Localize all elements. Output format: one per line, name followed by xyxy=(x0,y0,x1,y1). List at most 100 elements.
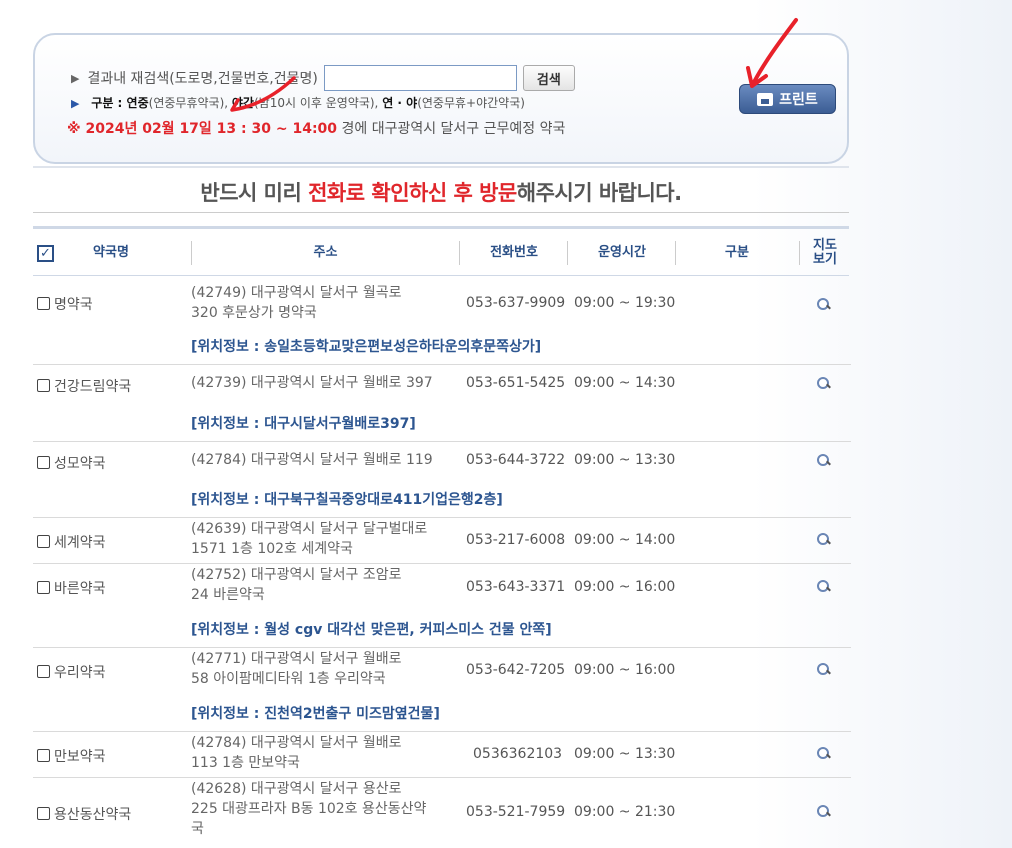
address-line: 113 1층 만보약국 xyxy=(191,755,300,771)
operating-hours: 09:00 ~ 13:30 xyxy=(574,452,676,468)
address-cell: (42784) 대구광역시 달서구 월배로 113 1층 만보약국 xyxy=(191,733,456,773)
table-row: 용산동산약국 (42628) 대구광역시 달서구 용산로 225 대광프라자 B동… xyxy=(33,778,851,848)
address-line: (42739) 대구광역시 달서구 월배로 397 xyxy=(191,375,433,391)
table-header: ✓ 약국명 주소 전화번호 운영시간 구분 지도 보기 xyxy=(33,226,849,276)
table-row: 우리약국 (42771) 대구광역시 달서구 월배로 58 아이팜메디타워 1층 … xyxy=(33,648,851,732)
table-row: 세계약국 (42639) 대구광역시 달서구 달구벌대로 1571 1층 102호… xyxy=(33,518,851,564)
search-panel: ▶ 결과내 재검색(도로명,건물번호,건물명) 검색 ▶ 구분 : 연중(연중무… xyxy=(33,33,849,164)
address-line: 225 대광프라자 B동 102호 용산동산약 xyxy=(191,801,427,817)
address-line: 국 xyxy=(191,821,204,837)
row-checkbox[interactable] xyxy=(37,456,50,469)
address-line: (42639) 대구광역시 달서구 달구벌대로 xyxy=(191,521,428,537)
magnifier-icon[interactable] xyxy=(817,663,831,677)
magnifier-icon[interactable] xyxy=(817,377,831,391)
pharmacy-name: 성모약국 xyxy=(54,456,106,472)
search-input[interactable] xyxy=(323,65,517,91)
operating-hours: 09:00 ~ 19:30 xyxy=(574,295,676,311)
notice-highlight: 전화로 확인하신 후 방문 xyxy=(308,181,517,205)
magnifier-icon[interactable] xyxy=(817,533,831,547)
address-line: 24 바른약국 xyxy=(191,587,265,603)
pharmacy-name: 건강드림약국 xyxy=(54,379,132,395)
header-separator xyxy=(799,241,800,265)
address-cell: (42739) 대구광역시 달서구 월배로 397 xyxy=(191,373,456,393)
category-yeonjung-desc: (연중무휴약국), xyxy=(148,96,232,110)
address-line: 1571 1층 102호 세계약국 xyxy=(191,541,353,557)
select-all-checkbox[interactable]: ✓ xyxy=(37,245,54,262)
pharmacy-name-cell: 세계약국 xyxy=(37,532,106,552)
pharmacy-name-cell: 명약국 xyxy=(37,294,93,314)
pharmacy-name: 용산동산약국 xyxy=(54,807,132,823)
print-label: 프린트 xyxy=(779,91,818,107)
operating-hours: 09:00 ~ 16:00 xyxy=(574,579,676,595)
address-line: (42752) 대구광역시 달서구 조암로 xyxy=(191,567,402,583)
category-yeonya: 연 · 야 xyxy=(382,96,418,110)
row-checkbox[interactable] xyxy=(37,297,50,310)
header-hours: 운영시간 xyxy=(598,244,646,260)
address-line: (42771) 대구광역시 달서구 월배로 xyxy=(191,651,402,667)
printer-icon xyxy=(757,92,774,106)
search-button[interactable]: 검색 xyxy=(522,65,575,91)
phone-number: 053-644-3722 xyxy=(466,452,566,468)
magnifier-icon[interactable] xyxy=(817,805,831,819)
table-row: 건강드림약국 (42739) 대구광역시 달서구 월배로 397 053-651… xyxy=(33,365,851,442)
address-line: (42784) 대구광역시 달서구 월배로 xyxy=(191,735,402,751)
triangle-bullet-icon: ▶ xyxy=(71,71,80,85)
operating-hours: 09:00 ~ 13:30 xyxy=(574,746,676,762)
phone-number: 053-651-5425 xyxy=(466,375,566,391)
category-yagan: 야간 xyxy=(231,96,254,110)
operating-hours: 09:00 ~ 21:30 xyxy=(574,804,676,820)
divider xyxy=(33,166,849,168)
datetime-mark: ※ 2024년 02월 17일 13 : 30 ~ 14:00 xyxy=(67,121,338,137)
magnifier-icon[interactable] xyxy=(817,747,831,761)
pharmacy-name: 만보약국 xyxy=(54,749,106,765)
magnifier-icon[interactable] xyxy=(817,454,831,468)
operating-hours: 09:00 ~ 16:00 xyxy=(574,662,676,678)
row-checkbox[interactable] xyxy=(37,807,50,820)
phone-number: 053-643-3371 xyxy=(466,579,566,595)
header-category: 구분 xyxy=(725,244,749,260)
address-cell: (42749) 대구광역시 달서구 월곡로 320 후문상가 명약국 xyxy=(191,283,456,323)
address-line: 58 아이팜메디타워 1층 우리약국 xyxy=(191,671,386,687)
row-checkbox[interactable] xyxy=(37,581,50,594)
pharmacy-name: 우리약국 xyxy=(54,665,106,681)
header-separator xyxy=(459,241,460,265)
pharmacy-name-cell: 우리약국 xyxy=(37,662,106,682)
address-cell: (42752) 대구광역시 달서구 조암로 24 바른약국 xyxy=(191,565,456,605)
phone-number: 053-637-9909 xyxy=(466,295,566,311)
header-separator xyxy=(567,241,568,265)
table-row: 성모약국 (42784) 대구광역시 달서구 월배로 119 053-644-3… xyxy=(33,442,851,518)
datetime-suffix: 경에 대구광역시 달서구 근무예정 약국 xyxy=(337,121,566,137)
row-checkbox[interactable] xyxy=(37,535,50,548)
row-checkbox[interactable] xyxy=(37,379,50,392)
header-address: 주소 xyxy=(313,244,338,260)
pharmacy-name-cell: 용산동산약국 xyxy=(37,804,131,824)
address-line: (42784) 대구광역시 달서구 월배로 119 xyxy=(191,452,433,468)
magnifier-icon[interactable] xyxy=(817,580,831,594)
category-legend: ▶ 구분 : 연중(연중무휴약국), 야간(밤10시 이후 운영약국), 연 ·… xyxy=(71,94,525,111)
row-checkbox[interactable] xyxy=(37,665,50,678)
pharmacy-name-cell: 성모약국 xyxy=(37,453,106,473)
category-prefix: 구분 : xyxy=(91,96,127,110)
row-checkbox[interactable] xyxy=(37,749,50,762)
pharmacy-name-cell: 건강드림약국 xyxy=(37,376,131,396)
operating-hours: 09:00 ~ 14:30 xyxy=(574,375,676,391)
address-line: (42628) 대구광역시 달서구 용산로 xyxy=(191,781,402,797)
header-separator xyxy=(191,241,192,265)
header-phone: 전화번호 xyxy=(490,244,538,260)
address-cell: (42784) 대구광역시 달서구 월배로 119 xyxy=(191,450,456,470)
table-row: 바른약국 (42752) 대구광역시 달서구 조암로 24 바른약국 053-64… xyxy=(33,564,851,648)
location-info: [위치정보 : 송일초등학교맞은편보성은하타운의후문쪽상가] xyxy=(191,339,542,355)
address-line: 320 후문상가 명약국 xyxy=(191,305,317,321)
print-button[interactable]: 프린트 xyxy=(739,84,836,114)
search-row: ▶ 결과내 재검색(도로명,건물번호,건물명) 검색 xyxy=(71,65,575,91)
header-separator xyxy=(675,241,676,265)
notice-pre: 반드시 미리 xyxy=(200,181,309,205)
pharmacy-name: 세계약국 xyxy=(54,535,106,551)
datetime-line: ※ 2024년 02월 17일 13 : 30 ~ 14:00 경에 대구광역시… xyxy=(67,118,565,138)
phone-number: 053-217-6008 xyxy=(466,532,566,548)
pharmacy-name: 명약국 xyxy=(54,297,93,313)
category-yeonya-desc: (연중무휴+야간약국) xyxy=(417,96,525,110)
magnifier-icon[interactable] xyxy=(817,298,831,312)
address-line: (42749) 대구광역시 달서구 월곡로 xyxy=(191,285,402,301)
notice-banner: 반드시 미리 전화로 확인하신 후 방문해주시기 바랍니다. xyxy=(33,177,849,207)
